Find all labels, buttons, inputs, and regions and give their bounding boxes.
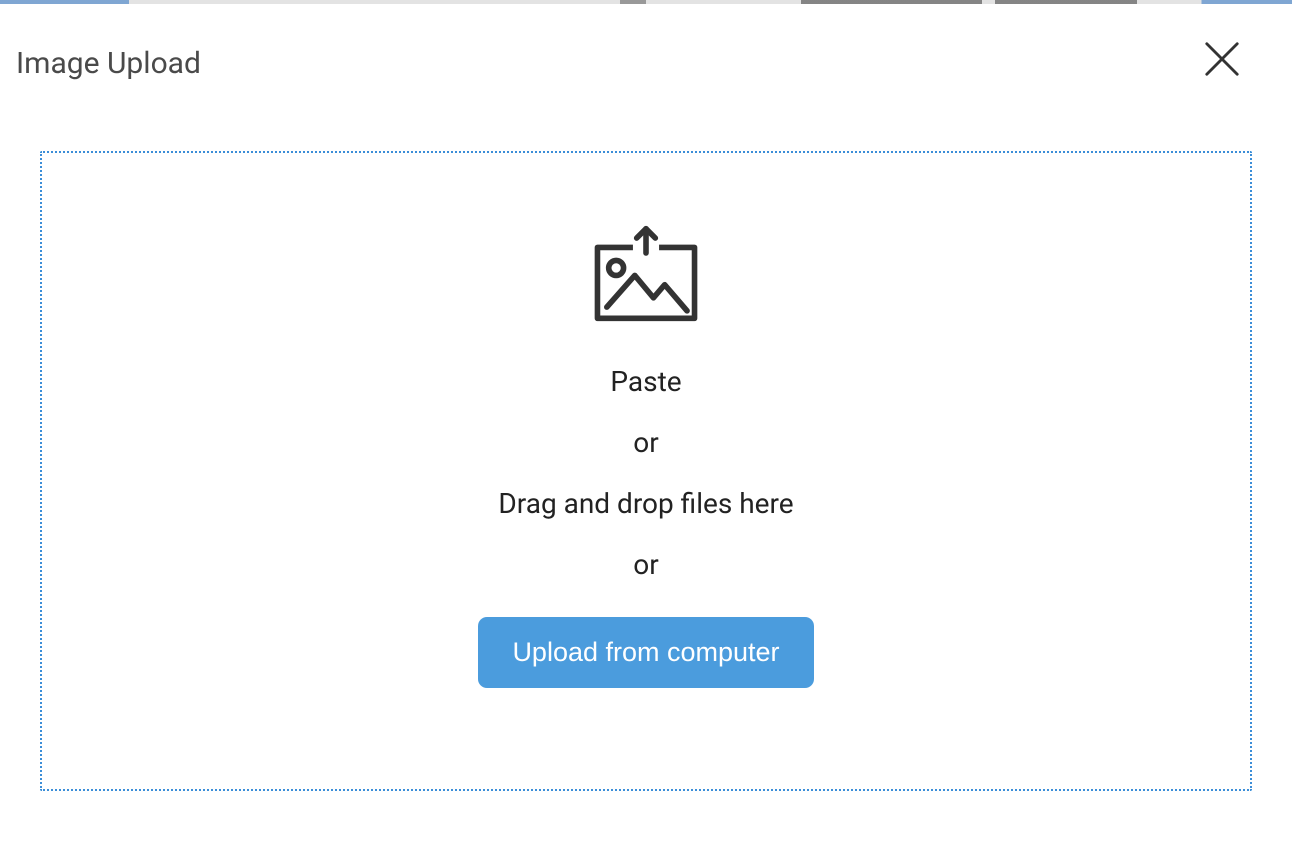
- image-upload-icon: [590, 225, 702, 327]
- close-icon: [1203, 40, 1241, 78]
- or-label-2: or: [633, 548, 658, 581]
- modal-header: Image Upload: [40, 46, 1252, 81]
- dragdrop-label: Drag and drop files here: [498, 487, 793, 520]
- close-button[interactable]: [1202, 39, 1242, 79]
- upload-dropzone[interactable]: Paste or Drag and drop files here or Upl…: [40, 151, 1252, 791]
- upload-from-computer-button[interactable]: Upload from computer: [478, 617, 813, 688]
- image-upload-modal: Image Upload: [0, 4, 1292, 862]
- modal-title: Image Upload: [16, 46, 201, 81]
- paste-label: Paste: [610, 365, 681, 398]
- or-label-1: or: [633, 426, 658, 459]
